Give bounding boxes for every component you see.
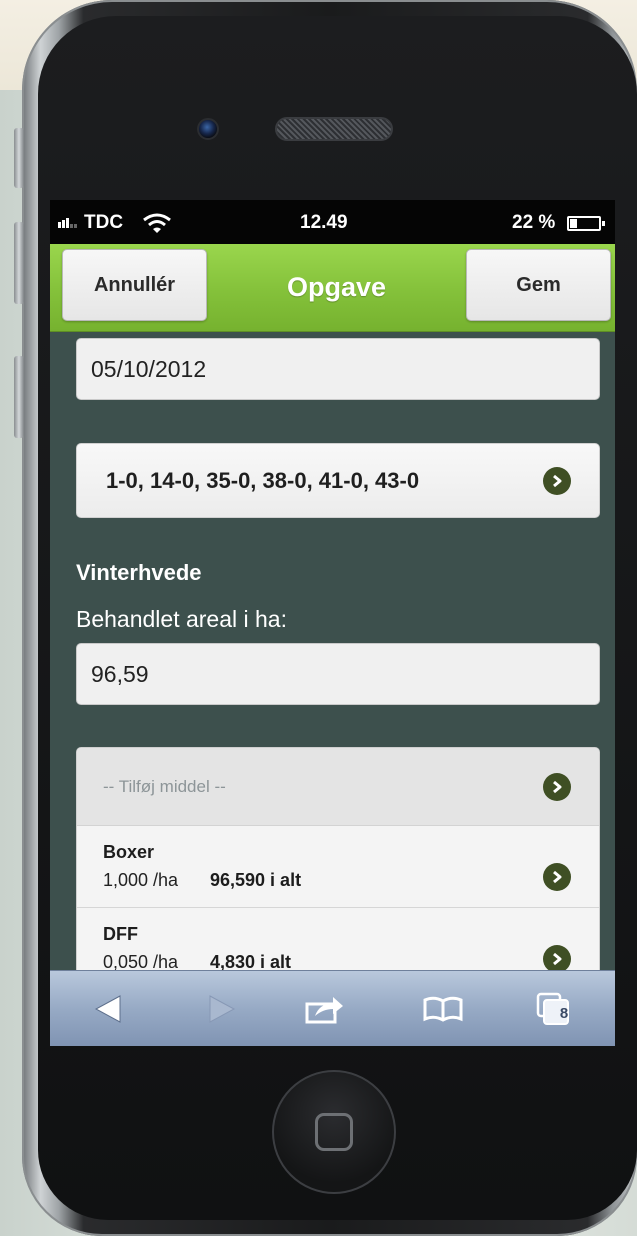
home-button-icon bbox=[315, 1113, 353, 1151]
product-name: Boxer bbox=[103, 842, 155, 862]
area-field[interactable]: 96,59 bbox=[76, 643, 600, 705]
bookmarks-icon bbox=[423, 996, 463, 1022]
tabs-count: 8 bbox=[559, 1005, 569, 1022]
chevron-right-circle-icon bbox=[543, 863, 571, 891]
chevron-right-circle-icon bbox=[543, 773, 571, 801]
header-bar: Annullér Opgave Gem bbox=[50, 244, 615, 332]
form-content: 05/10/2012 1-0, 14-0, 35-0, 38-0, 41-0, … bbox=[50, 332, 615, 1046]
carrier-name: TDC bbox=[84, 212, 124, 233]
share-button[interactable] bbox=[300, 985, 350, 1033]
volume-up-button bbox=[14, 222, 24, 304]
back-button[interactable] bbox=[88, 985, 128, 1033]
product-rate: 1,000 /ha bbox=[103, 870, 179, 890]
mute-switch bbox=[14, 128, 24, 188]
browser-toolbar: 8 bbox=[50, 970, 615, 1046]
wifi-icon bbox=[143, 213, 171, 233]
area-label: Behandlet areal i ha: bbox=[76, 606, 287, 632]
save-button[interactable]: Gem bbox=[466, 249, 611, 321]
tabs-button[interactable]: 8 bbox=[528, 985, 578, 1033]
date-field[interactable]: 05/10/2012 bbox=[76, 338, 600, 400]
status-time: 12.49 bbox=[300, 212, 348, 233]
cancel-button[interactable]: Annullér bbox=[62, 249, 207, 321]
list-item[interactable]: Boxer 1,000 /ha 96,590 i alt bbox=[77, 826, 599, 908]
forward-arrow-icon bbox=[209, 995, 236, 1023]
volume-down-button bbox=[14, 356, 24, 438]
chevron-right-circle-icon bbox=[543, 467, 571, 495]
share-icon bbox=[305, 997, 343, 1024]
signal-bars-icon bbox=[58, 212, 78, 234]
forward-button[interactable] bbox=[202, 985, 242, 1033]
phone-screen: TDC 12.49 22 % Annullér Opgave Gem 05/10… bbox=[50, 200, 615, 1046]
carrier-group: TDC bbox=[58, 212, 123, 234]
crop-label: Vinterhvede bbox=[76, 560, 202, 585]
front-camera bbox=[197, 118, 219, 140]
page-title: Opgave bbox=[286, 272, 387, 302]
earpiece-speaker bbox=[275, 117, 393, 141]
fields-select-label: 1-0, 14-0, 35-0, 38-0, 41-0, 43-0 bbox=[106, 467, 420, 493]
bookmarks-button[interactable] bbox=[418, 985, 468, 1033]
chevron-right-circle-icon bbox=[543, 945, 571, 973]
back-arrow-icon bbox=[94, 995, 121, 1023]
product-total: 96,590 i alt bbox=[210, 870, 302, 890]
status-bar: TDC 12.49 22 % bbox=[50, 200, 615, 244]
product-name: DFF bbox=[103, 924, 138, 944]
add-product-placeholder: -- Tilføj middel -- bbox=[103, 776, 226, 796]
battery-percent: 22 % bbox=[512, 212, 556, 233]
fields-select-button[interactable]: 1-0, 14-0, 35-0, 38-0, 41-0, 43-0 bbox=[76, 443, 600, 518]
battery-icon bbox=[567, 216, 605, 231]
add-product-row[interactable]: -- Tilføj middel -- bbox=[77, 748, 599, 826]
